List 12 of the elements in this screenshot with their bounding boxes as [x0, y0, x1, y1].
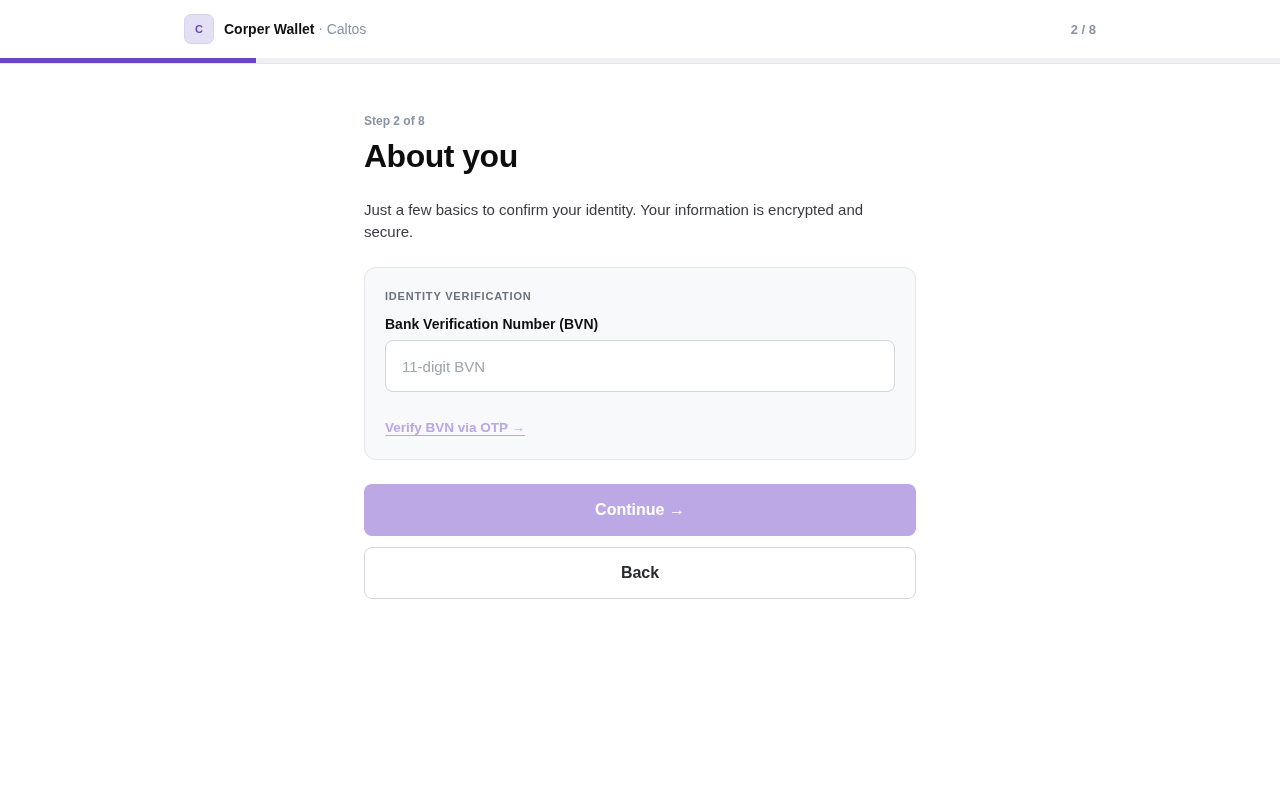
page-title: About you	[364, 138, 519, 175]
organization-name: Caltos	[326, 21, 367, 37]
field-label: Bank Verification Number (BVN)	[385, 316, 600, 332]
logo-badge: C	[184, 14, 214, 44]
back-button[interactable]: Back	[364, 547, 916, 599]
input-field[interactable]: 11-digit BVN	[385, 340, 895, 392]
section-title: IDENTITY VERIFICATION	[385, 290, 533, 302]
intro-text: Just a few basics to confirm your identity. Your information is encrypted and secure.	[364, 200, 865, 242]
step-counter: 2 / 8	[1070, 21, 1096, 37]
brand-name: Corper Wallet	[224, 21, 315, 37]
brand-separator: ·	[318, 22, 323, 37]
step-label: Step 2 of 8	[364, 114, 426, 128]
